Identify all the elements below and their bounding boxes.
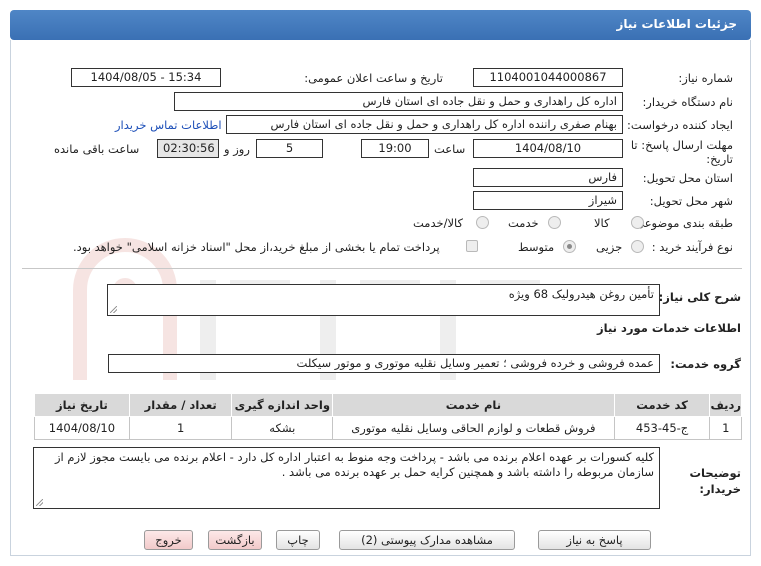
col-service-code: کد خدمت: [613, 393, 711, 417]
page-header: جزئیات اطلاعات نیاز: [10, 10, 751, 40]
treasury-note: پرداخت تمام یا بخشی از مبلغ خرید،از محل …: [73, 240, 440, 254]
cell-unit: بشکه: [231, 416, 334, 440]
purchase-partial-radio[interactable]: [631, 240, 644, 253]
table-header-row: ردیف کد خدمت نام خدمت واحد اندازه گیری ت…: [34, 393, 742, 417]
province-label: استان محل تحویل:: [642, 171, 733, 185]
category-goods-radio[interactable]: [631, 216, 644, 229]
deadline-days-field: 5: [256, 139, 323, 158]
services-table: ردیف کد خدمت نام خدمت واحد اندازه گیری ت…: [34, 393, 742, 440]
category-label: طبقه بندی موضوعی:: [631, 216, 733, 230]
col-quantity: تعداد / مقدار: [128, 393, 233, 417]
cell-need-date: 1404/08/10: [34, 416, 130, 440]
service-group-field: عمده فروشی و خرده فروشی ؛ تعمیر وسایل نق…: [108, 354, 660, 373]
city-field: شیراز: [473, 191, 623, 210]
purchase-partial-label: جزیی: [596, 240, 623, 254]
reply-button[interactable]: پاسخ به نیاز: [538, 530, 651, 550]
col-row-number: ردیف: [709, 393, 742, 417]
buyer-notes-label-line2: خریدار:: [699, 482, 741, 496]
category-service-radio[interactable]: [548, 216, 561, 229]
deadline-label-line1: مهلت ارسال پاسخ: تا: [630, 138, 733, 152]
buyer-org-field: اداره کل راهداری و حمل و نقل جاده ای است…: [174, 92, 623, 111]
resize-grip-icon[interactable]: [36, 499, 43, 506]
col-need-date: تاریخ نیاز: [34, 393, 130, 417]
requester-field: بهنام صفری راننده اداره کل راهداری و حمل…: [226, 115, 623, 134]
city-label: شهر محل تحویل:: [649, 194, 733, 208]
page-title: جزئیات اطلاعات نیاز: [616, 17, 737, 31]
category-service-label: خدمت: [508, 216, 539, 230]
attachments-button[interactable]: مشاهده مدارک پیوستی (2): [339, 530, 515, 550]
buyer-notes-label-line1: توضیحات: [689, 466, 742, 480]
cell-row-number: 1: [709, 416, 742, 440]
summary-field: تأمین روغن هیدرولیک 68 ویژه: [107, 284, 660, 316]
buyer-org-label: نام دستگاه خریدار:: [642, 95, 733, 109]
purchase-type-label: نوع فرآیند خرید :: [651, 240, 733, 254]
deadline-time-field: 19:00: [361, 139, 429, 158]
need-number-label: شماره نیاز:: [678, 71, 733, 85]
category-goods-service-label: کالا/خدمت: [413, 216, 464, 230]
resize-grip-icon[interactable]: [110, 306, 117, 313]
exit-button[interactable]: خروج: [144, 530, 193, 550]
buyer-notes-field: کلیه کسورات بر عهده اعلام برنده می باشد …: [33, 447, 660, 509]
table-row[interactable]: 1 ج-45-453 فروش قطعات و لوازم الحاقی وسا…: [34, 416, 742, 440]
buyer-notes-text: کلیه کسورات بر عهده اعلام برنده می باشد …: [54, 450, 654, 479]
purchase-medium-label: متوسط: [518, 240, 555, 254]
remaining-time-field: 02:30:56: [157, 139, 219, 158]
cell-service-name: فروش قطعات و لوازم الحاقی وسایل نقلیه مو…: [332, 416, 615, 440]
deadline-days-label: روز و: [224, 142, 250, 156]
deadline-time-label: ساعت: [434, 142, 466, 156]
category-goods-label: کالا: [594, 216, 610, 230]
category-goods-service-radio[interactable]: [476, 216, 489, 229]
col-service-name: نام خدمت: [332, 393, 615, 417]
treasury-checkbox[interactable]: [466, 240, 478, 252]
summary-text: تأمین روغن هیدرولیک 68 ویژه: [508, 287, 654, 301]
announce-datetime-label: تاریخ و ساعت اعلان عمومی:: [304, 71, 443, 85]
buyer-contact-link[interactable]: اطلاعات تماس خریدار: [115, 118, 222, 132]
divider: [22, 268, 742, 269]
summary-label: شرح کلی نیاز:: [658, 290, 741, 304]
cell-quantity: 1: [128, 416, 233, 440]
services-section-title: اطلاعات خدمات مورد نیاز: [597, 321, 741, 335]
back-button[interactable]: بازگشت: [208, 530, 262, 550]
need-number-field: 1104001044000867: [473, 68, 623, 87]
cell-service-code: ج-45-453: [613, 416, 711, 440]
service-group-label: گروه خدمت:: [670, 357, 741, 371]
purchase-medium-radio[interactable]: [563, 240, 576, 253]
deadline-date-field: 1404/08/10: [473, 139, 623, 158]
requester-label: ایجاد کننده درخواست:: [627, 118, 733, 132]
province-field: فارس: [473, 168, 623, 187]
announce-datetime-field: 1404/08/05 - 15:34: [71, 68, 221, 87]
remaining-time-label: ساعت باقی مانده: [54, 142, 140, 156]
deadline-label-line2: تاریخ:: [706, 152, 733, 166]
print-button[interactable]: چاپ: [276, 530, 320, 550]
col-unit: واحد اندازه گیری: [231, 393, 334, 417]
